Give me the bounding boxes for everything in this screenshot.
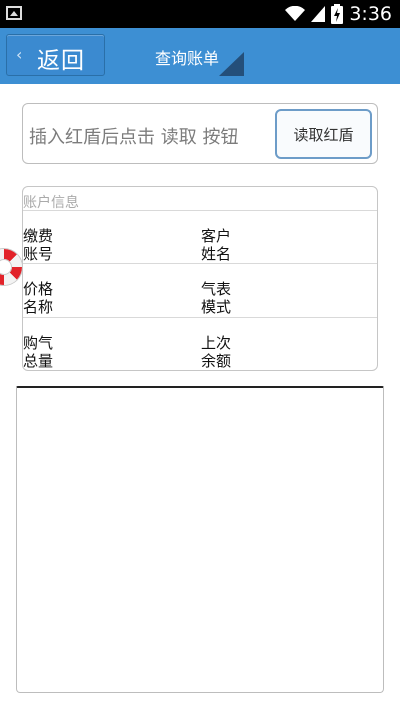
top-nav-bar: ‹ 返回 查询账单 — [0, 28, 400, 84]
field-label-customer-name: 客户姓名 — [201, 227, 232, 263]
status-time: 3:36 — [349, 3, 392, 25]
wifi-icon — [285, 6, 306, 21]
read-instruction-text: 插入红盾后点击 读取 按钮 — [29, 127, 239, 148]
image-icon — [6, 6, 22, 20]
chevron-left-icon: ‹ — [16, 45, 23, 64]
status-bar: 3:36 — [0, 0, 400, 28]
field-label-last-balance: 上次余额 — [201, 334, 232, 370]
signal-icon — [311, 6, 326, 22]
field-label-payment-account: 缴费账号 — [23, 227, 54, 263]
battery-charging-icon — [331, 4, 344, 24]
status-icons: 3:36 — [285, 3, 392, 25]
read-red-shield-button[interactable]: 读取红盾 — [275, 109, 372, 159]
divider — [23, 210, 377, 211]
field-label-total-gas: 购气总量 — [23, 334, 54, 370]
back-button[interactable]: ‹ 返回 — [6, 34, 105, 76]
bill-output-area[interactable] — [16, 386, 384, 693]
lifebuoy-icon[interactable] — [0, 249, 22, 285]
field-label-meter-mode: 气表模式 — [201, 280, 232, 316]
dropdown-corner-icon[interactable] — [219, 52, 244, 76]
divider — [23, 317, 377, 318]
page-title: 查询账单 — [155, 49, 220, 68]
account-info-panel: 账户信息 缴费账号 客户姓名 价格名称 气表模式 购气总量 上次余额 — [22, 186, 378, 371]
divider — [23, 263, 377, 264]
read-card-panel: 插入红盾后点击 读取 按钮 读取红盾 — [22, 103, 378, 164]
field-label-price-name: 价格名称 — [23, 280, 54, 316]
back-button-label: 返回 — [37, 48, 85, 74]
account-info-title: 账户信息 — [23, 195, 79, 211]
